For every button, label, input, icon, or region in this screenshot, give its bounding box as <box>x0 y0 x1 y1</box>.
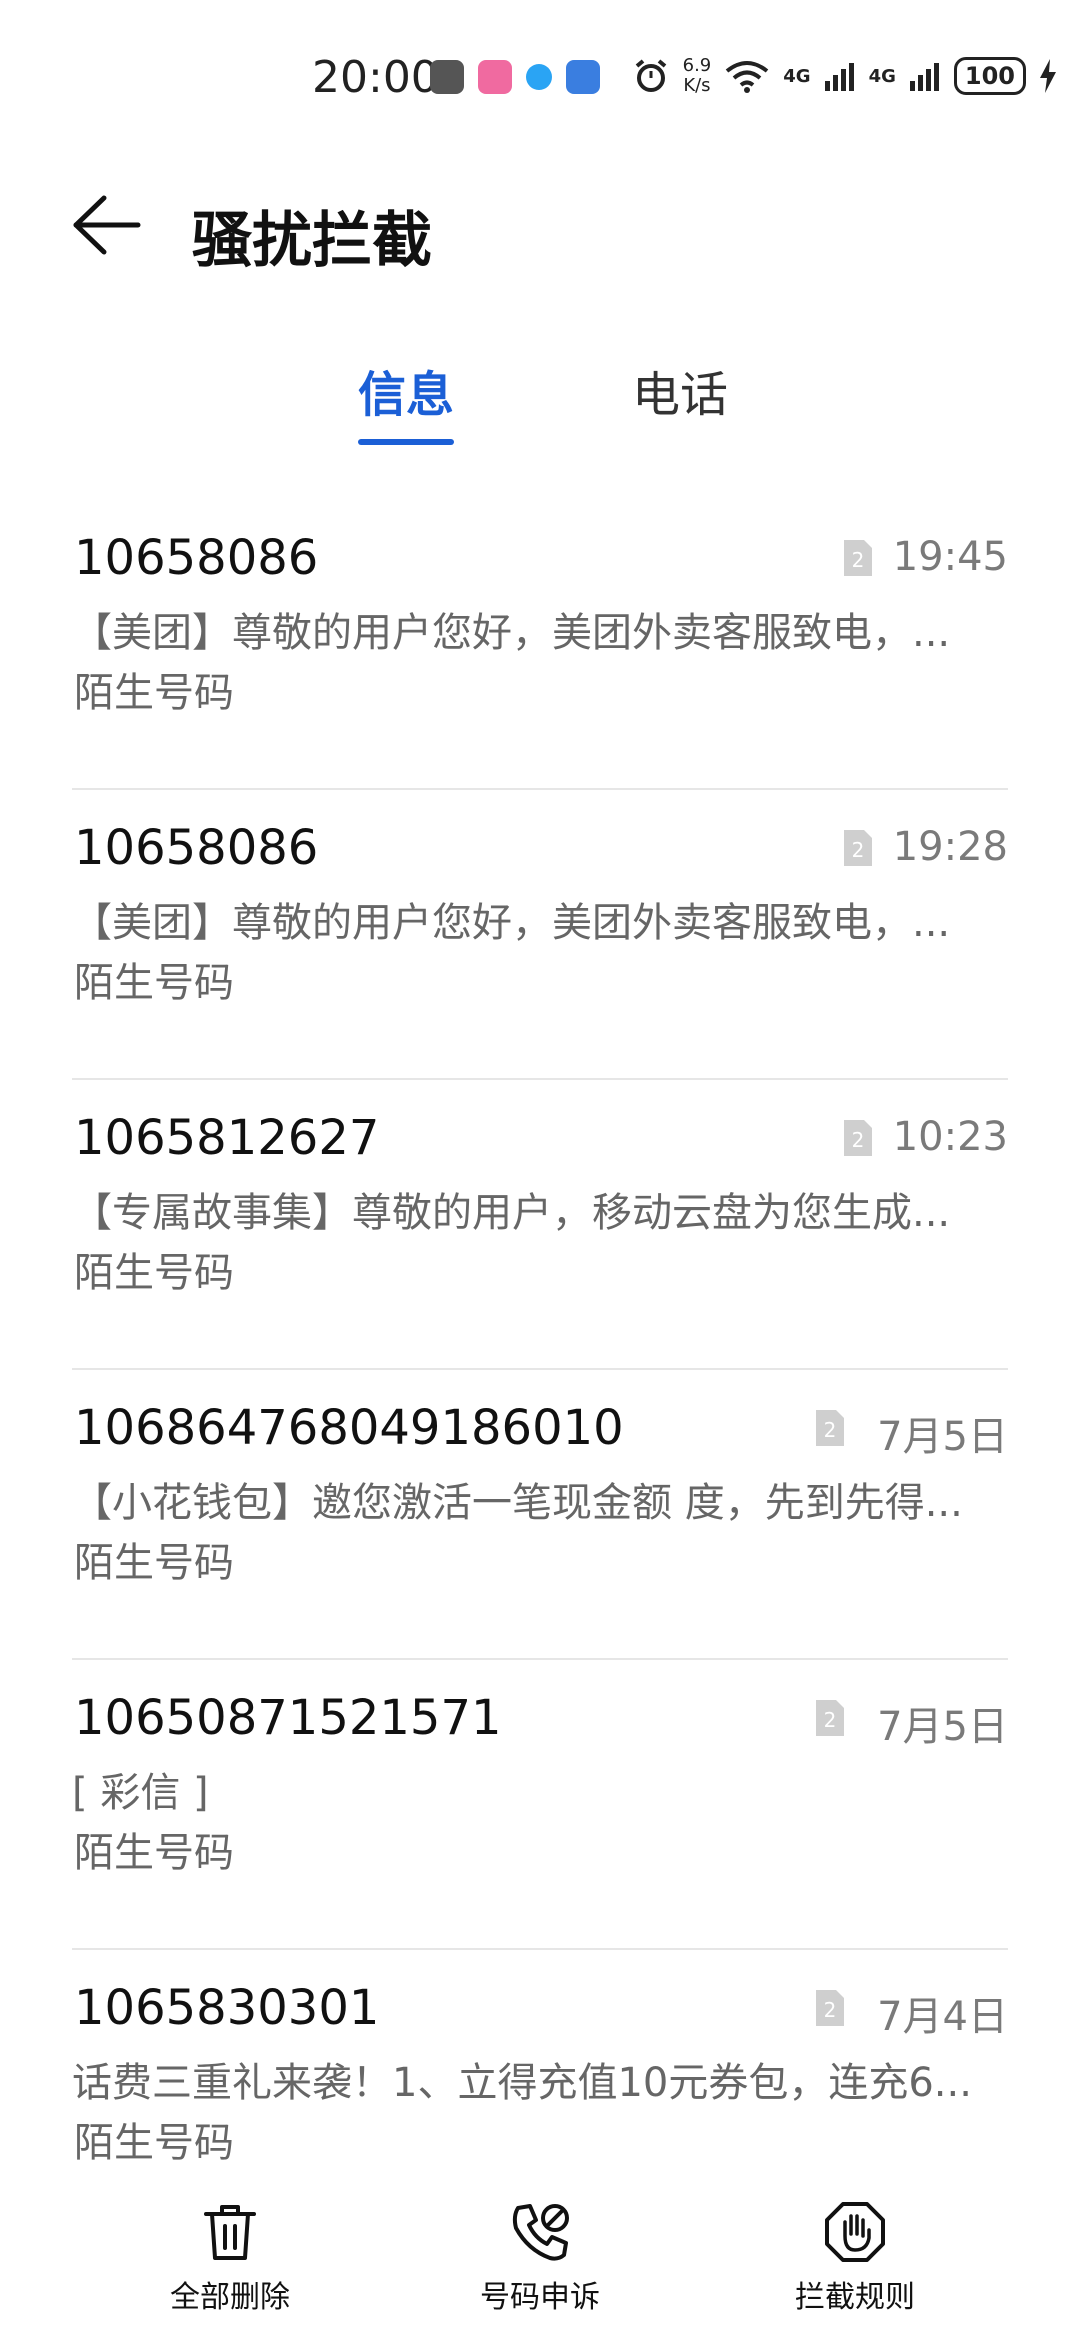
tab-messages[interactable]: 信息 <box>358 355 454 425</box>
unknown-number-label: 陌生号码 <box>74 960 234 1006</box>
message-preview: 【专属故事集】尊敬的用户，移动云盘为您生成... <box>72 1190 951 1236</box>
message-preview: 话费三重礼来袭！1、立得充值10元券包，连充6... <box>72 2060 972 2106</box>
message-item[interactable]: 1065812627 2 10:23 【专属故事集】尊敬的用户，移动云盘为您生成… <box>72 1080 1008 1370</box>
net-speed: 6.9 K/s <box>682 55 712 96</box>
message-sender: 10658086 <box>74 820 319 876</box>
back-arrow-icon <box>73 195 141 255</box>
sim2-icon: 2 <box>844 540 872 576</box>
trash-icon <box>204 2205 256 2260</box>
wifi-icon <box>726 61 769 93</box>
message-time: 7月5日 <box>877 1704 1008 1750</box>
delete-all-label: 全部删除 <box>170 2280 290 2315</box>
sim2-icon: 2 <box>844 830 872 866</box>
message-sender: 1065830301 <box>74 1980 380 2036</box>
unknown-number-label: 陌生号码 <box>74 1830 234 1876</box>
bilibili-notification-icon <box>478 60 512 94</box>
delete-all-button[interactable]: 全部删除 <box>120 2200 340 2316</box>
svg-text:2: 2 <box>824 1418 837 1442</box>
message-time: 19:28 <box>892 824 1008 870</box>
message-time: 19:45 <box>892 534 1008 580</box>
charging-icon <box>1040 59 1056 93</box>
header: 骚扰拦截 <box>0 170 1080 280</box>
status-indicators: 6.9 K/s 4G 4G 100 <box>633 56 1056 96</box>
sim2-icon: 2 <box>816 1990 844 2026</box>
message-sender: 106864768049186010 <box>74 1400 624 1456</box>
signal-icon <box>824 63 854 91</box>
message-sender: 1065812627 <box>74 1110 380 1166</box>
unknown-number-label: 陌生号码 <box>74 1540 234 1586</box>
battery-level: 100 <box>953 57 1026 95</box>
message-time: 10:23 <box>892 1114 1008 1160</box>
app-notification-icon <box>526 64 552 90</box>
tab-bar: 信息 电话 <box>0 355 1080 455</box>
message-item[interactable]: 10658086 2 19:28 【美团】尊敬的用户您好，美团外卖客服致电，..… <box>72 790 1008 1080</box>
sim2-icon: 2 <box>816 1410 844 1446</box>
blocked-message-list: 10658086 2 19:45 【美团】尊敬的用户您好，美团外卖客服致电，..… <box>0 500 1080 2240</box>
message-sender: 10658086 <box>74 530 319 586</box>
message-item[interactable]: 10650871521571 2 7月5日 [ 彩信 ] 陌生号码 <box>72 1660 1008 1950</box>
notification-icons <box>430 60 600 94</box>
message-sender: 10650871521571 <box>74 1690 502 1746</box>
alarm-icon <box>635 59 666 92</box>
sim2-icon: 2 <box>844 1120 872 1156</box>
svg-text:2: 2 <box>852 1128 865 1152</box>
unknown-number-label: 陌生号码 <box>74 670 234 716</box>
message-time: 7月4日 <box>877 1994 1008 2040</box>
svg-text:2: 2 <box>824 1708 837 1732</box>
message-item[interactable]: 10658086 2 19:45 【美团】尊敬的用户您好，美团外卖客服致电，..… <box>72 500 1008 790</box>
number-appeal-label: 号码申诉 <box>480 2280 600 2315</box>
status-time: 20:00 <box>312 52 439 103</box>
page-title: 骚扰拦截 <box>192 206 432 276</box>
unknown-number-label: 陌生号码 <box>74 1250 234 1296</box>
phone-appeal-icon <box>512 2204 569 2261</box>
svg-text:2: 2 <box>852 838 865 862</box>
unknown-number-label: 陌生号码 <box>74 2120 234 2166</box>
game-notification-icon <box>566 60 600 94</box>
number-appeal-button[interactable]: 号码申诉 <box>430 2200 650 2316</box>
message-item[interactable]: 106864768049186010 2 7月5日 【小花钱包】邀您激活一笔现金… <box>72 1370 1008 1660</box>
tab-calls[interactable]: 电话 <box>632 355 728 425</box>
message-preview: 【小花钱包】邀您激活一笔现金额 度，先到先得... <box>72 1480 963 1526</box>
tab-active-indicator <box>358 439 454 445</box>
block-rules-button[interactable]: 拦截规则 <box>745 2200 965 2316</box>
sim2-icon: 2 <box>816 1700 844 1736</box>
message-preview: 【美团】尊敬的用户您好，美团外卖客服致电，... <box>72 610 951 656</box>
message-preview: [ 彩信 ] <box>72 1770 209 1816</box>
block-rules-label: 拦截规则 <box>795 2280 915 2315</box>
svg-text:2: 2 <box>852 548 865 572</box>
block-hand-icon <box>825 2202 885 2262</box>
bottom-action-bar: 全部删除 号码申诉 拦截规则 <box>0 2200 1080 2340</box>
message-item[interactable]: 1065830301 2 7月4日 话费三重礼来袭！1、立得充值10元券包，连充… <box>72 1950 1008 2240</box>
app-notification-icon <box>430 60 464 94</box>
message-preview: 【美团】尊敬的用户您好，美团外卖客服致电，... <box>72 900 951 946</box>
status-bar: 20:00 6.9 K/s 4G 4G 100 <box>0 0 1080 160</box>
svg-text:2: 2 <box>824 1998 837 2022</box>
network-type-1: 4G <box>783 65 811 87</box>
network-type-2: 4G <box>868 65 896 87</box>
back-button[interactable] <box>70 190 150 260</box>
signal-icon <box>909 63 939 91</box>
message-time: 7月5日 <box>877 1414 1008 1460</box>
